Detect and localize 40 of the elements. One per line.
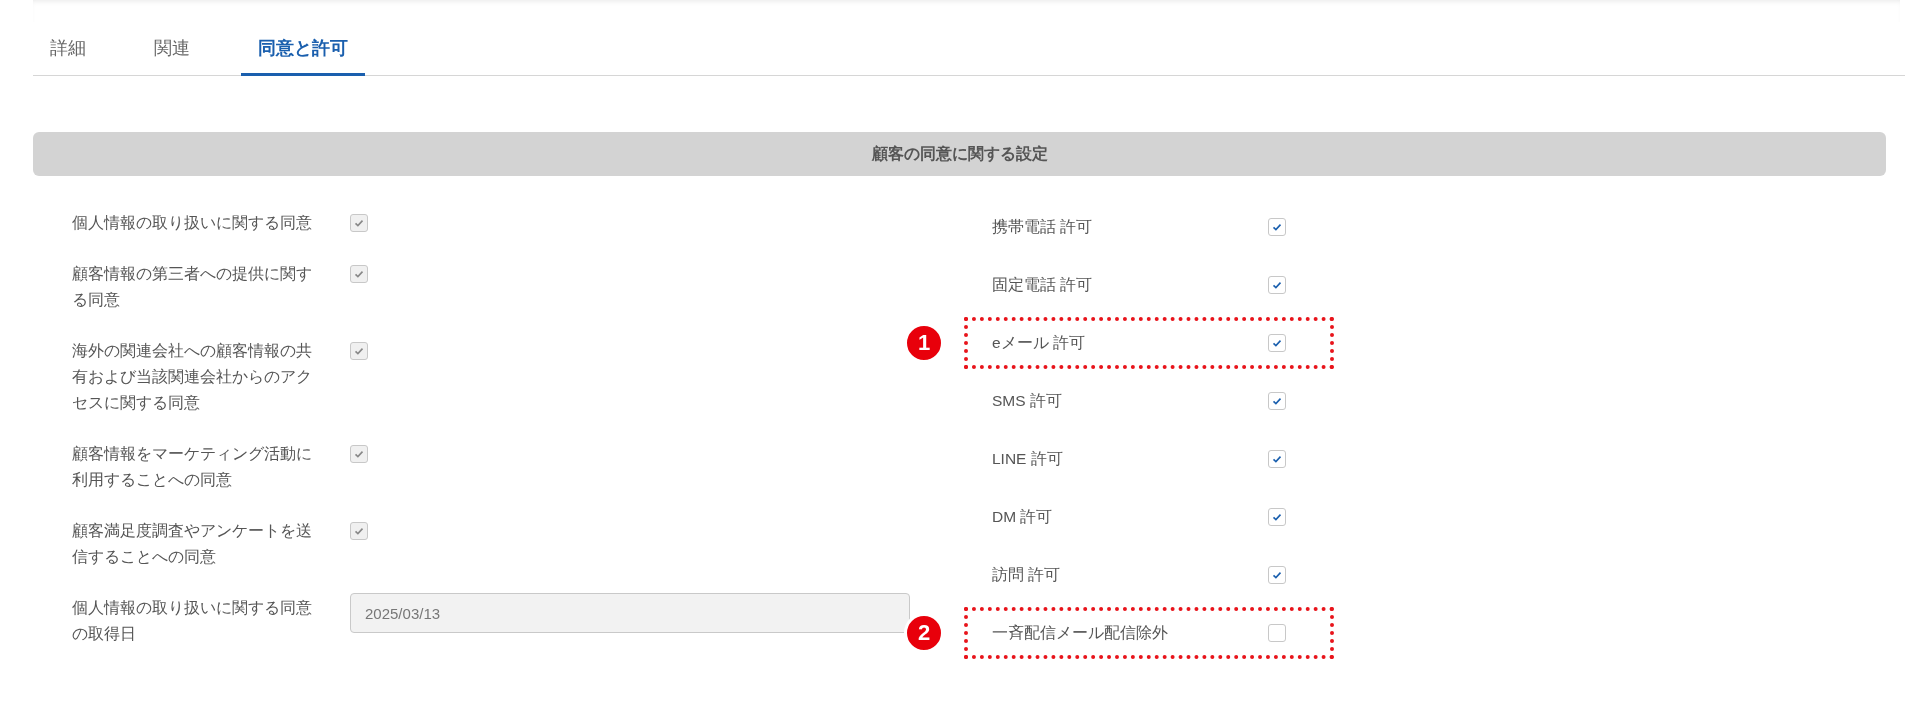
checkbox[interactable] — [1268, 392, 1286, 410]
field-label: 固定電話 許可 — [992, 274, 1094, 295]
checkmark-icon — [1271, 395, 1283, 407]
number-badge: 1 — [904, 323, 944, 363]
checkbox[interactable] — [1268, 334, 1286, 352]
field-label: SMS 許可 — [992, 390, 1063, 411]
checkbox[interactable] — [1268, 450, 1286, 468]
field-label: 一斉配信メール配信除外 — [992, 622, 1169, 643]
checkmark-icon — [353, 268, 365, 280]
field-label: 携帯電話 許可 — [992, 216, 1094, 237]
checkmark-icon — [1271, 569, 1283, 581]
tab[interactable]: 同意と許可 — [241, 22, 365, 76]
field-label: 訪問 許可 — [992, 564, 1062, 585]
checkmark-icon — [353, 448, 365, 460]
checkbox[interactable] — [1268, 508, 1286, 526]
checkbox[interactable] — [1268, 276, 1286, 294]
field-label: 個人情報の取り扱いに関する同意 — [72, 213, 313, 233]
field-label: LINE 許可 — [992, 448, 1064, 469]
field-label: 顧客満足度調査やアンケートを送信することへの同意 — [72, 521, 313, 567]
section-header: 顧客の同意に関する設定 — [33, 132, 1886, 176]
checkbox[interactable] — [1268, 624, 1286, 642]
checkmark-icon — [1271, 453, 1283, 465]
checkmark-icon — [353, 217, 365, 229]
checkbox[interactable] — [1268, 566, 1286, 584]
tab[interactable]: 関連 — [137, 22, 207, 76]
field-label: eメール 許可 — [992, 332, 1086, 353]
field-label: 個人情報の取り扱いに関する同意の取得日 — [72, 598, 313, 644]
tab[interactable]: 詳細 — [33, 22, 103, 76]
field-label: DM 許可 — [992, 506, 1054, 527]
checkmark-icon — [1271, 221, 1283, 233]
field-label: 海外の関連会社への顧客情報の共有および当該関連会社からのアクセスに関する同意 — [72, 341, 313, 413]
checkbox[interactable] — [1268, 218, 1286, 236]
field-label: 顧客情報をマーケティング活動に利用することへの同意 — [72, 444, 313, 490]
checkmark-icon — [1271, 337, 1283, 349]
checkmark-icon — [1271, 279, 1283, 291]
checkmark-icon — [353, 345, 365, 357]
checkmark-icon — [353, 525, 365, 537]
checkmark-icon — [1271, 511, 1283, 523]
number-badge: 2 — [904, 613, 944, 653]
field-label: 顧客情報の第三者への提供に関する同意 — [72, 264, 313, 310]
